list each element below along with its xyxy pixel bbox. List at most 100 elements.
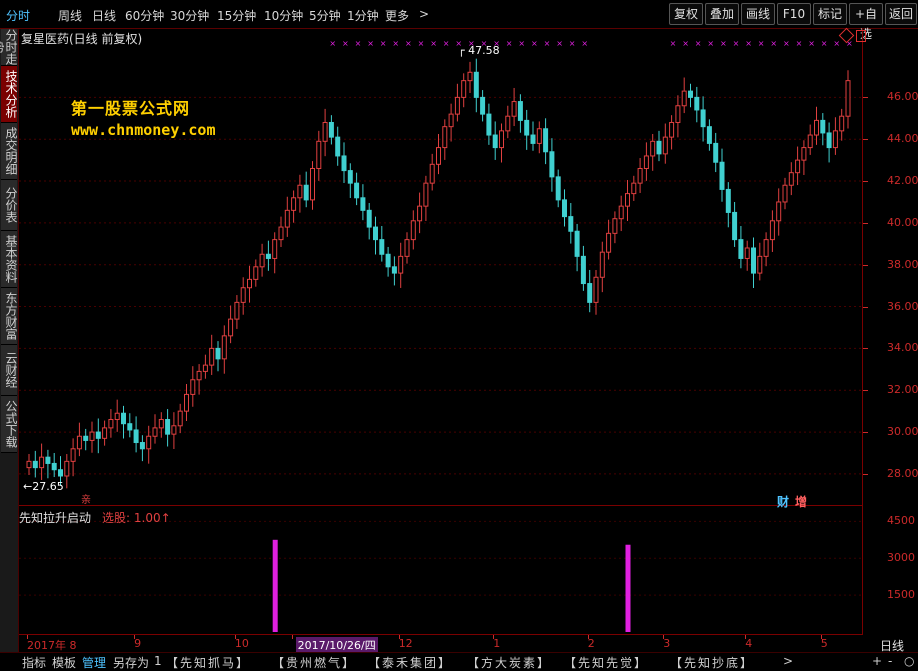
candle-body: [694, 96, 700, 111]
candle-body: [454, 96, 460, 115]
left-sidebar: 分时走势 技术分析 成交明细 分价表 基本资料 东方财富 云财经 公式下载: [0, 29, 19, 654]
candle-body: [442, 126, 448, 149]
tab-5min[interactable]: 5分钟: [309, 7, 341, 24]
candle-body: [39, 456, 45, 469]
date-tick: 4: [745, 637, 753, 650]
price-tick-mark: [863, 139, 868, 141]
sidebar-tab-jishu[interactable]: 技术分析: [1, 66, 18, 123]
huaxian-button[interactable]: 画线: [741, 3, 775, 25]
tab-guanli[interactable]: 管理: [82, 654, 106, 671]
formula-tab-6[interactable]: 【先知抄底】: [670, 654, 754, 671]
sidebar-tab-yuncaijing[interactable]: 云财经: [1, 345, 18, 396]
tab-60min[interactable]: 60分钟: [125, 7, 164, 24]
sidebar-tab-dongfang[interactable]: 东方财富: [1, 288, 18, 345]
signal-marker: ×: [758, 39, 765, 48]
candle-body: [706, 126, 712, 144]
signal-marker: ×: [556, 39, 563, 48]
top-toolbar: 分时 周线 日线 60分钟 30分钟 15分钟 10分钟 5分钟 1分钟 更多 …: [0, 0, 918, 41]
candle-body: [184, 393, 189, 412]
signal-marker: ×: [833, 39, 840, 48]
tab-10min[interactable]: 10分钟: [264, 7, 303, 24]
tab-fenshi[interactable]: 分时: [6, 7, 30, 24]
candle-body: [713, 142, 719, 163]
more-arrow-icon[interactable]: >: [419, 7, 429, 21]
price-tick-mark: [863, 222, 868, 224]
price-tick: 42.00: [887, 174, 918, 188]
candle-body: [423, 182, 429, 207]
candle-body: [391, 266, 397, 274]
candle-body: [89, 431, 95, 441]
tab-moban[interactable]: 模板: [52, 654, 76, 671]
sidebar-tab-fenshi[interactable]: 分时走势: [0, 29, 18, 66]
date-tick-mark: [291, 635, 293, 639]
signal-marker: ×: [380, 39, 387, 48]
formula-tab-5[interactable]: 【先知先觉】: [564, 654, 648, 671]
sidebar-tab-gongshi[interactable]: 公式下载: [1, 396, 18, 453]
tab-30min[interactable]: 30分钟: [170, 7, 209, 24]
date-tick-mark: [27, 635, 28, 639]
f10-button[interactable]: F10: [777, 3, 811, 25]
indicator-name: 先知拉升启动: [19, 511, 92, 525]
reset-zoom-button[interactable]: ○: [904, 654, 914, 668]
candle-body: [832, 130, 838, 149]
candle-body: [448, 113, 454, 128]
candle-body: [732, 211, 738, 241]
candle-body: [751, 247, 756, 274]
candle-body: [839, 115, 845, 132]
candle-body: [719, 161, 725, 190]
date-tick-mark: [234, 635, 236, 639]
tab-15min[interactable]: 15分钟: [217, 7, 256, 24]
formula-number: 1: [154, 654, 162, 668]
sidebar-tab-jiben[interactable]: 基本资料: [1, 231, 18, 288]
candle-body: [234, 301, 240, 320]
signal-marker: ×: [342, 39, 349, 48]
save-as-button[interactable]: 另存为: [113, 654, 149, 671]
candle-body: [341, 155, 347, 172]
zoom-out-button[interactable]: -: [888, 654, 892, 668]
add-watchlist-button[interactable]: +自选: [849, 3, 883, 41]
candle-body: [278, 226, 284, 241]
diejia-button[interactable]: 叠加: [705, 3, 739, 25]
formula-tab-2[interactable]: 【贵州燃气】: [272, 654, 356, 671]
date-tick-mark: [587, 635, 589, 639]
fuquan-button[interactable]: 复权: [669, 3, 703, 25]
price-chart-pane[interactable]: × × × × × × × × × × × × × × × × × × × × × × × × × × × × × × × × × × × × 复星医…: [19, 27, 866, 509]
price-tick-mark: [863, 348, 868, 350]
candle-body: [139, 442, 145, 450]
price-tick: 36.00: [887, 299, 918, 313]
candle-body: [505, 115, 511, 132]
biaoji-button[interactable]: 标记: [813, 3, 847, 25]
tab-zhibiao[interactable]: 指标: [22, 654, 46, 671]
sidebar-tab-chengjiao[interactable]: 成交明细: [1, 123, 18, 180]
candle-body: [543, 128, 549, 153]
candle-body: [253, 266, 259, 280]
candle-body: [725, 188, 731, 213]
signal-bar: [272, 539, 278, 632]
indicator-pane[interactable]: 先知拉升启动 选股: 1.00↑: [19, 506, 863, 635]
candle-body: [681, 90, 687, 107]
candle-body: [127, 423, 133, 431]
tab-zhouxian[interactable]: 周线: [58, 7, 82, 24]
signal-marker: ×: [770, 39, 777, 48]
candle-body: [102, 427, 108, 439]
tab-1min[interactable]: 1分钟: [347, 7, 379, 24]
candle-body: [631, 182, 637, 195]
sidebar-tab-fenjia[interactable]: 分价表: [1, 180, 18, 231]
signal-marker: ×: [733, 39, 740, 48]
zoom-in-button[interactable]: +: [872, 654, 882, 668]
candle-body: [165, 419, 171, 435]
candle-body: [669, 121, 675, 138]
back-button[interactable]: 返回: [885, 3, 917, 25]
candle-body: [240, 287, 246, 303]
tab-rixian[interactable]: 日线: [92, 7, 116, 24]
date-tick-mark: [745, 635, 747, 639]
formula-tab-3[interactable]: 【泰禾集团】: [368, 654, 452, 671]
price-tick: 38.00: [887, 257, 918, 271]
formula-more-arrow[interactable]: >: [783, 654, 793, 668]
formula-tab-1[interactable]: 【先知抓马】: [166, 654, 250, 671]
tab-more[interactable]: 更多: [385, 7, 409, 24]
formula-tab-4[interactable]: 【方大炭素】: [467, 654, 551, 671]
candle-body: [360, 197, 366, 211]
signal-marker: ×: [506, 39, 513, 48]
candle-body: [316, 140, 322, 170]
